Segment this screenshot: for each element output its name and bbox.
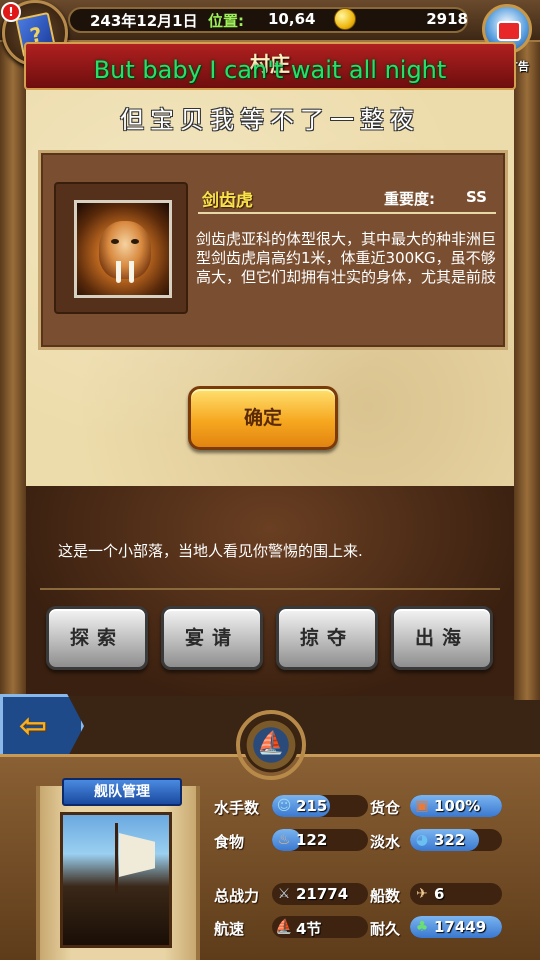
stat-label: 水手数	[214, 799, 260, 817]
water-icon: ◕	[415, 832, 429, 848]
explore-button[interactable]: 探索	[46, 606, 148, 670]
durability-icon: ♣	[415, 919, 429, 935]
cargo-icon: ▣	[415, 798, 429, 814]
position-value: 10,64	[268, 10, 316, 28]
stat-label: 食物	[214, 833, 245, 851]
sailor-icon: ☺	[276, 798, 292, 814]
stat-value: 215	[296, 797, 328, 815]
importance-value: SS	[466, 188, 487, 206]
alert-icon: !	[1, 2, 21, 22]
right-frame	[514, 40, 540, 700]
plunder-label: 掠夺	[299, 627, 354, 649]
confirm-label: 确定	[243, 407, 282, 429]
ship-mast	[115, 823, 118, 893]
feast-button[interactable]: 宴请	[161, 606, 263, 670]
fleet-banner-label: 舰队管理	[94, 784, 150, 800]
plunder-button[interactable]: 掠夺	[276, 606, 378, 670]
stat-value: 322	[434, 831, 466, 849]
explore-label: 探索	[69, 627, 124, 649]
back-arrow-icon: ⇦	[18, 706, 48, 746]
sabertooth-portrait	[74, 200, 172, 298]
tiger-icon	[99, 221, 151, 283]
creature-name: 剑齿虎	[202, 191, 253, 211]
stat-label: 船数	[370, 887, 401, 905]
stat-value: 21774	[296, 885, 349, 903]
sailboat-icon: ⛵	[257, 731, 285, 756]
stat-value: 122	[296, 831, 328, 849]
lyric-english: But baby I can't wait all night	[93, 56, 447, 84]
power-icon: ⚔	[277, 886, 291, 902]
stat-value: 17449	[434, 918, 487, 936]
food-icon: ♨	[277, 832, 291, 848]
ship-sail	[119, 833, 155, 877]
position-label: 位置:	[208, 12, 244, 30]
event-message: 这是一个小部落，当地人看见你警惕的围上来.	[58, 542, 363, 560]
speed-icon: ⛵	[275, 919, 293, 935]
top-bar: 243年12月1日 位置: 10,64 2918	[0, 0, 540, 42]
divider	[40, 588, 500, 590]
set-sail-label: 出海	[414, 627, 469, 649]
gold-coin-icon	[334, 8, 356, 30]
helm-button[interactable]: ⛵	[226, 710, 316, 780]
stat-label: 航速	[214, 920, 245, 938]
fleet-ship-image[interactable]	[60, 812, 172, 948]
game-date: 243年12月1日	[90, 12, 198, 30]
stat-label: 淡水	[370, 833, 401, 851]
stat-label: 总战力	[214, 887, 260, 905]
fleet-management-button[interactable]: 舰队管理	[62, 778, 182, 806]
importance-label: 重要度:	[384, 190, 435, 208]
stat-value: 6	[434, 885, 445, 903]
stat-value: 4节	[296, 920, 322, 938]
stat-label: 耐久	[370, 920, 401, 938]
set-sail-button[interactable]: 出海	[391, 606, 493, 670]
ship-count-icon: ✈	[416, 886, 428, 902]
feast-label: 宴请	[184, 627, 239, 649]
creature-description: 剑齿虎亚科的体型很大，其中最大的种非洲巨型剑齿虎肩高约1米，体重近300KG，虽…	[196, 230, 497, 286]
gold-amount: 2918	[426, 10, 468, 28]
lyric-chinese: 但宝贝我等不了一整夜	[120, 106, 420, 134]
confirm-button[interactable]: 确定	[188, 386, 338, 450]
name-underline	[198, 212, 496, 214]
left-frame	[0, 40, 26, 700]
stat-label: 货仓	[370, 799, 401, 817]
stat-value: 100%	[434, 797, 481, 815]
